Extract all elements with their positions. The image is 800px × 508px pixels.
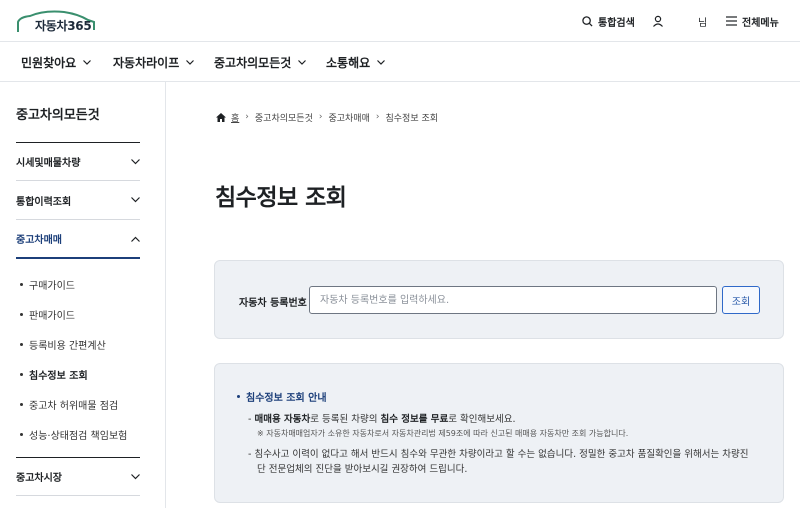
gnb-label: 자동차라이프	[113, 55, 180, 70]
chevron-down-icon	[131, 473, 140, 479]
chevron-down-icon	[186, 59, 195, 65]
bullet-icon	[237, 395, 240, 398]
top-header: 자동차365 통합검색 님 전체메뉴	[0, 0, 800, 42]
sidebar-sub-label: 등록비용 간편계산	[29, 341, 106, 352]
gnb-item-carlife[interactable]: 자동차라이프	[113, 42, 195, 82]
gnb-label: 중고차의모든것	[214, 55, 292, 70]
sidebar-sub-insurance[interactable]: 성능·상태점검 책임보험	[20, 427, 127, 442]
integrated-search-button[interactable]: 통합검색	[582, 0, 635, 42]
bullet-icon	[20, 343, 23, 346]
sidebar-section-label: 시세및매물차량	[16, 158, 81, 169]
gnb-label: 소통해요	[326, 55, 371, 70]
chevron-down-icon	[131, 197, 140, 203]
search-icon	[582, 15, 593, 27]
sidebar-sub-fee-calc[interactable]: 등록비용 간편계산	[20, 337, 106, 352]
guide-line-2b: 단 전문업체의 진단을 받아보시길 권장하여 드립니다.	[257, 464, 468, 475]
gnb-label: 민원찾아요	[21, 55, 77, 70]
guide-note: ※ 자동차매매업자가 소유한 자동차로서 자동차관리법 제59조에 따라 신고된…	[257, 429, 629, 438]
sidebar-sub-sell-guide[interactable]: 판매가이드	[20, 307, 75, 322]
sidebar-sub-label: 판매가이드	[29, 311, 75, 322]
site-logo[interactable]: 자동차365	[16, 8, 96, 36]
logo-text: 자동차365	[35, 19, 92, 33]
user-button[interactable]	[652, 0, 669, 42]
sidebar-sub-label: 구매가이드	[29, 281, 75, 292]
search-panel: 자동차 등록번호 조회	[214, 260, 784, 339]
guide-line-2a: - 침수사고 이력이 없다고 해서 반드시 침수와 무관한 차량이라고 할 수는…	[248, 449, 749, 460]
home-icon	[216, 112, 226, 122]
sidebar-section-label: 중고차시장	[16, 473, 62, 484]
bullet-icon	[20, 283, 23, 286]
sidebar-sub-flood-info[interactable]: 침수정보 조회	[20, 367, 88, 382]
guide-title: 침수정보 조회 안내	[237, 389, 327, 404]
registration-number-input[interactable]	[309, 286, 717, 314]
breadcrumb-item[interactable]: 중고차의모든것	[255, 111, 313, 124]
sidebar-section-market[interactable]: 중고차시장	[16, 457, 140, 496]
chevron-right-icon: ›	[245, 112, 249, 122]
sidebar-sub-label: 성능·상태점검 책임보험	[29, 431, 128, 442]
page-title: 침수정보 조회	[215, 185, 347, 211]
breadcrumb: 홈 › 중고차의모든것 › 중고차매매 › 침수정보 조회	[216, 110, 438, 124]
all-menu-button[interactable]: 전체메뉴	[726, 0, 779, 42]
sidebar-section-trade[interactable]: 중고차매매	[16, 220, 140, 259]
sidebar-title: 중고차의모든것	[16, 108, 100, 123]
hamburger-icon	[726, 16, 737, 26]
chevron-right-icon: ›	[318, 112, 323, 122]
chevron-down-icon	[298, 59, 307, 65]
sidebar-section-price[interactable]: 시세및매물차량	[16, 142, 140, 181]
integrated-search-label: 통합검색	[598, 17, 635, 29]
bullet-icon	[20, 313, 23, 316]
lookup-button[interactable]: 조회	[722, 286, 760, 314]
bullet-icon	[20, 403, 23, 406]
sidebar-section-history[interactable]: 통합이력조회	[16, 181, 140, 220]
chevron-up-icon	[131, 236, 140, 242]
chevron-right-icon: ›	[375, 112, 380, 122]
breadcrumb-home-link[interactable]: 홈	[231, 111, 239, 124]
guide-line-1: - 매매용 자동차로 등록된 차량의 침수 정보를 무료로 확인해보세요.	[248, 414, 516, 425]
bullet-icon	[20, 433, 23, 436]
sidebar-sub-label: 침수정보 조회	[29, 371, 88, 382]
guide-title-text: 침수정보 조회 안내	[246, 393, 327, 404]
gnb-item-communicate[interactable]: 소통해요	[326, 42, 386, 82]
guide-panel: 침수정보 조회 안내 - 매매용 자동차로 등록된 차량의 침수 정보를 무료로…	[214, 363, 784, 503]
global-nav: 민원찾아요 자동차라이프 중고차의모든것 소통해요	[0, 42, 800, 82]
chevron-down-icon	[377, 59, 386, 65]
sidebar-sub-fake-listing[interactable]: 중고차 허위매물 점검	[20, 397, 118, 412]
sidebar-section-label: 통합이력조회	[16, 196, 72, 208]
gnb-item-usedcar[interactable]: 중고차의모든것	[214, 42, 307, 82]
sidebar-sub-buy-guide[interactable]: 구매가이드	[20, 277, 75, 292]
registration-number-label: 자동차 등록번호	[239, 298, 307, 309]
gnb-item-civil[interactable]: 민원찾아요	[21, 42, 92, 82]
sidebar-section-label: 중고차매매	[16, 235, 62, 246]
sidebar-sub-label: 중고차 허위매물 점검	[29, 401, 119, 412]
user-name: 님	[698, 17, 708, 29]
all-menu-label: 전체메뉴	[742, 17, 779, 29]
breadcrumb-current: 침수정보 조회	[385, 113, 439, 124]
bullet-icon	[20, 373, 23, 376]
chevron-down-icon	[131, 158, 140, 164]
sidebar: 중고차의모든것 시세및매물차량 통합이력조회 중고차매매 구매가이드 판매가이드…	[0, 82, 166, 508]
user-icon	[653, 15, 663, 27]
chevron-down-icon	[83, 59, 92, 65]
breadcrumb-item[interactable]: 중고차매매	[328, 111, 369, 124]
